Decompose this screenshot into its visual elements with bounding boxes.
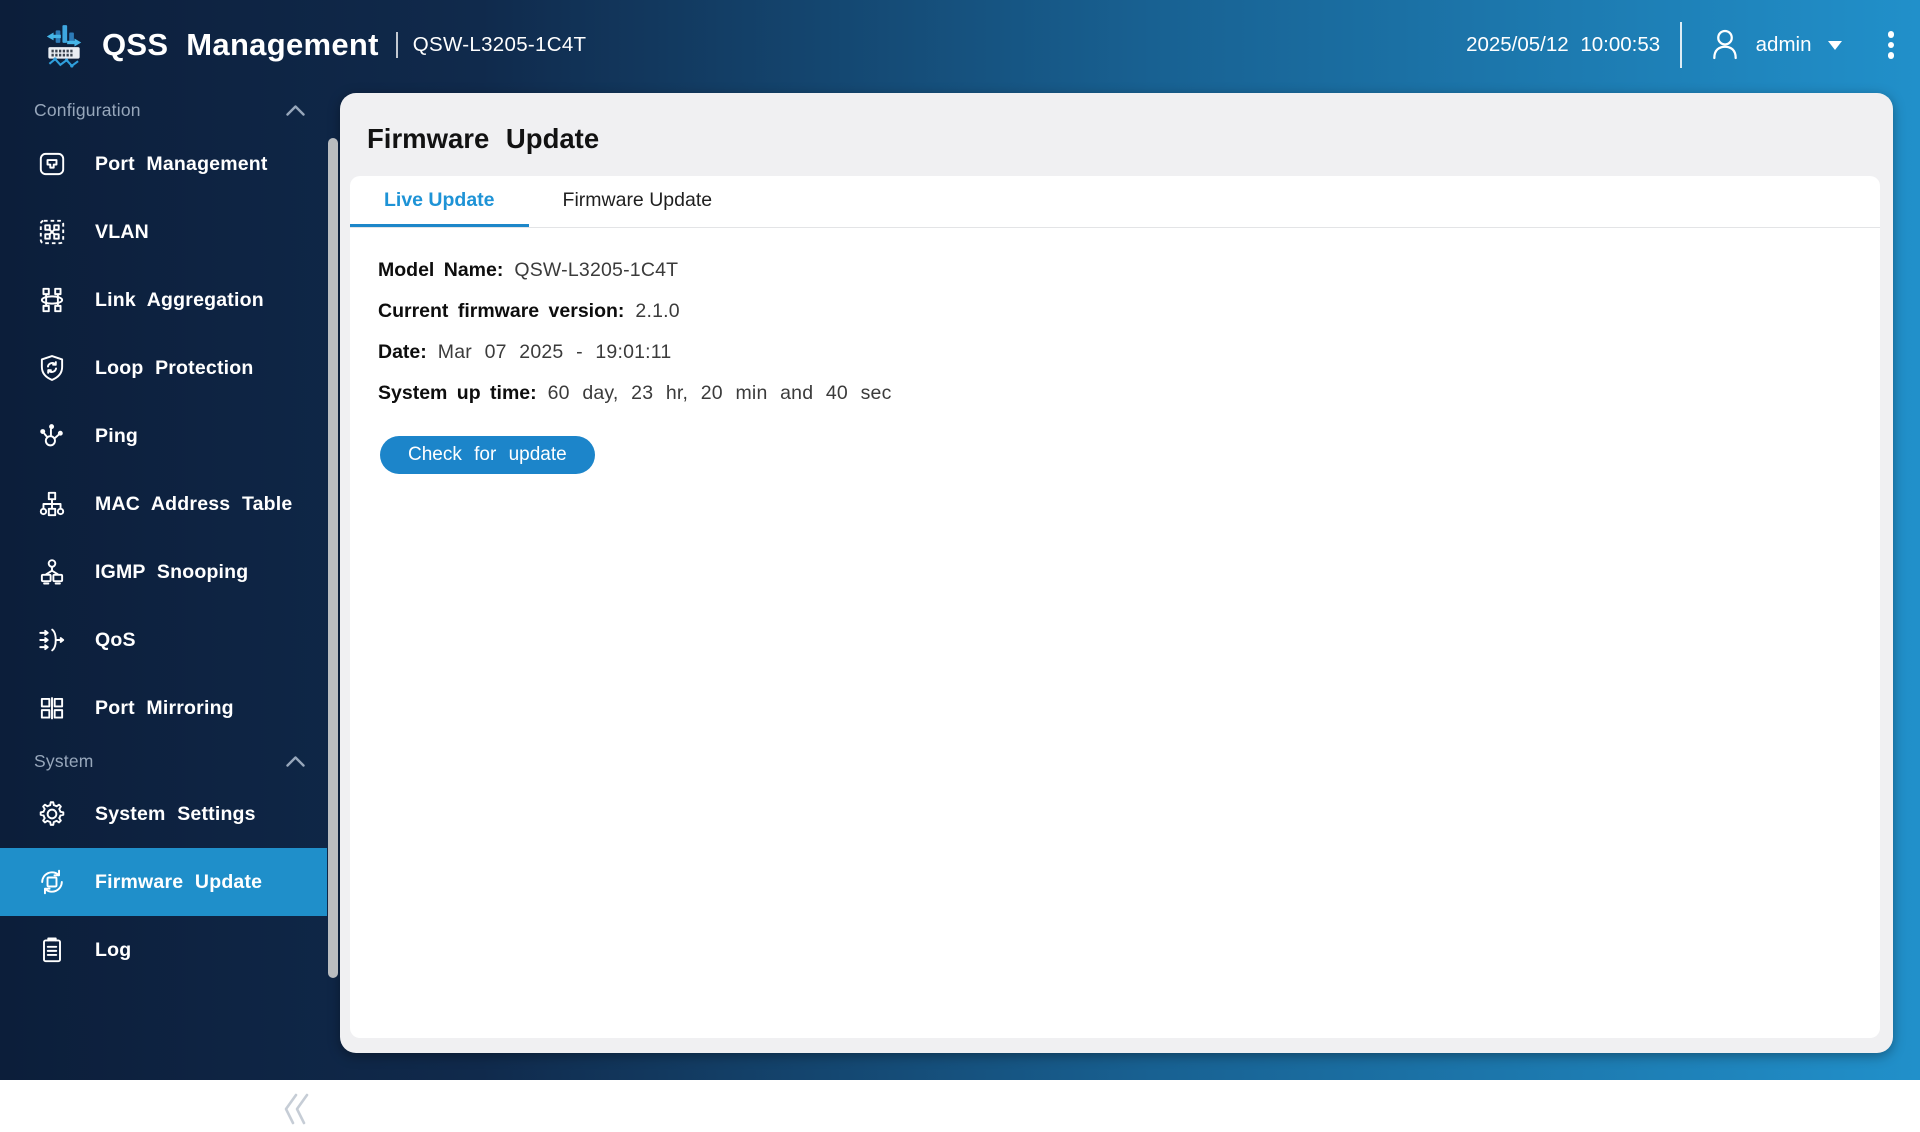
chevron-down-icon: [1827, 40, 1842, 50]
sidebar-item-ping[interactable]: Ping: [0, 402, 327, 470]
firmware-update-icon: [41, 869, 63, 895]
sidebar-item-mac-address-table[interactable]: MAC Address Table: [0, 470, 327, 538]
log-icon: [43, 937, 61, 963]
vlan-icon: [39, 219, 65, 245]
app-root: QSS Management QSW-L3205-1C4T 2025/05/12…: [0, 0, 1920, 1124]
system-datetime: 2025/05/12 10:00:53: [1466, 33, 1661, 56]
info-row-model-name: Model Name: QSW-L3205-1C4T: [378, 259, 1880, 286]
sidebar-item-firmware-update[interactable]: Firmware Update: [0, 848, 327, 916]
sidebar-item-label: VLAN: [95, 220, 149, 243]
user-icon: [1712, 29, 1737, 60]
user-menu[interactable]: admin: [1708, 27, 1842, 63]
sidebar-item-label: Log: [95, 938, 132, 961]
sidebar-item-system-settings[interactable]: System Settings: [0, 780, 327, 848]
more-options-button[interactable]: [1884, 27, 1899, 63]
info-label: Date:: [378, 341, 427, 363]
chevron-up-icon: [286, 755, 305, 767]
section-label: System: [34, 750, 94, 771]
section-header-system[interactable]: System: [0, 742, 327, 780]
sidebar-item-label: Link Aggregation: [95, 288, 264, 311]
port-management-icon: [39, 152, 65, 176]
sidebar-item-port-mirroring[interactable]: Port Mirroring: [0, 674, 327, 742]
sidebar-item-log[interactable]: Log: [0, 916, 327, 984]
info-value: Mar 07 2025 - 19:01:11: [437, 341, 672, 363]
device-model: QSW-L3205-1C4T: [412, 33, 587, 56]
info-value: 60 day, 23 hr, 20 min and 40 sec: [547, 382, 892, 404]
sidebar-item-qos[interactable]: QoS: [0, 606, 327, 674]
content-panel: Live Update Firmware Update Model Name: …: [350, 176, 1880, 1038]
sidebar: Configuration Port Management VLAN Link …: [0, 90, 327, 1124]
info-label: Current firmware version:: [378, 300, 625, 322]
igmp-snooping-icon: [40, 559, 64, 585]
info-row-uptime: System up time: 60 day, 23 hr, 20 min an…: [378, 382, 1880, 409]
brand-divider: [395, 32, 398, 58]
app-header: QSS Management QSW-L3205-1C4T 2025/05/12…: [0, 0, 1920, 90]
sidebar-item-label: QoS: [95, 628, 136, 651]
sidebar-item-label: MAC Address Table: [95, 492, 293, 515]
tab-firmware-update[interactable]: Firmware Update: [529, 176, 747, 227]
section-label: Configuration: [34, 99, 141, 120]
qos-icon: [39, 628, 65, 652]
info-row-date: Date: Mar 07 2025 - 19:01:11: [378, 341, 1880, 368]
sidebar-item-vlan[interactable]: VLAN: [0, 198, 327, 266]
live-update-content: Model Name: QSW-L3205-1C4T Current firmw…: [350, 228, 1880, 474]
check-for-update-button[interactable]: Check for update: [380, 436, 595, 474]
info-row-firmware-version: Current firmware version: 2.1.0: [378, 300, 1880, 327]
mac-address-table-icon: [39, 491, 65, 517]
info-label: System up time:: [378, 382, 537, 404]
tab-live-update[interactable]: Live Update: [350, 176, 529, 227]
sidebar-item-label: Ping: [95, 424, 139, 447]
brand: QSS Management QSW-L3205-1C4T: [40, 21, 586, 69]
loop-protection-icon: [40, 355, 64, 381]
sidebar-item-igmp-snooping[interactable]: IGMP Snooping: [0, 538, 327, 606]
sidebar-item-link-aggregation[interactable]: Link Aggregation: [0, 266, 327, 334]
header-right: 2025/05/12 10:00:53 admin: [1466, 0, 1898, 90]
system-settings-icon: [39, 801, 65, 826]
chevron-up-icon: [286, 104, 305, 116]
user-name: admin: [1755, 33, 1812, 56]
link-aggregation-icon: [40, 287, 64, 313]
info-value: QSW-L3205-1C4T: [514, 259, 679, 281]
info-value: 2.1.0: [635, 300, 680, 322]
info-label: Model Name:: [378, 259, 504, 281]
ping-icon: [40, 424, 63, 447]
double-chevron-left-icon: [284, 1093, 309, 1124]
sidebar-scrollbar-thumb[interactable]: [328, 138, 338, 978]
section-header-configuration[interactable]: Configuration: [0, 90, 327, 130]
port-mirroring-icon: [40, 697, 64, 720]
sidebar-item-label: Firmware Update: [95, 870, 263, 893]
main-card: Firmware Update Live Update Firmware Upd…: [340, 93, 1893, 1053]
app-title: QSS Management: [102, 27, 379, 62]
tab-bar: Live Update Firmware Update: [350, 176, 1880, 228]
sidebar-item-label: Port Mirroring: [95, 696, 234, 719]
page-title: Firmware Update: [367, 123, 600, 154]
sidebar-collapse-button[interactable]: [279, 1088, 315, 1132]
sidebar-item-label: Port Management: [95, 152, 268, 175]
header-divider: [1680, 22, 1682, 68]
sidebar-item-loop-protection[interactable]: Loop Protection: [0, 334, 327, 402]
sidebar-item-label: System Settings: [95, 802, 256, 825]
sidebar-item-label: IGMP Snooping: [95, 560, 249, 583]
sidebar-item-port-management[interactable]: Port Management: [0, 130, 327, 198]
sidebar-item-label: Loop Protection: [95, 356, 254, 379]
qss-logo-icon: [46, 25, 82, 68]
